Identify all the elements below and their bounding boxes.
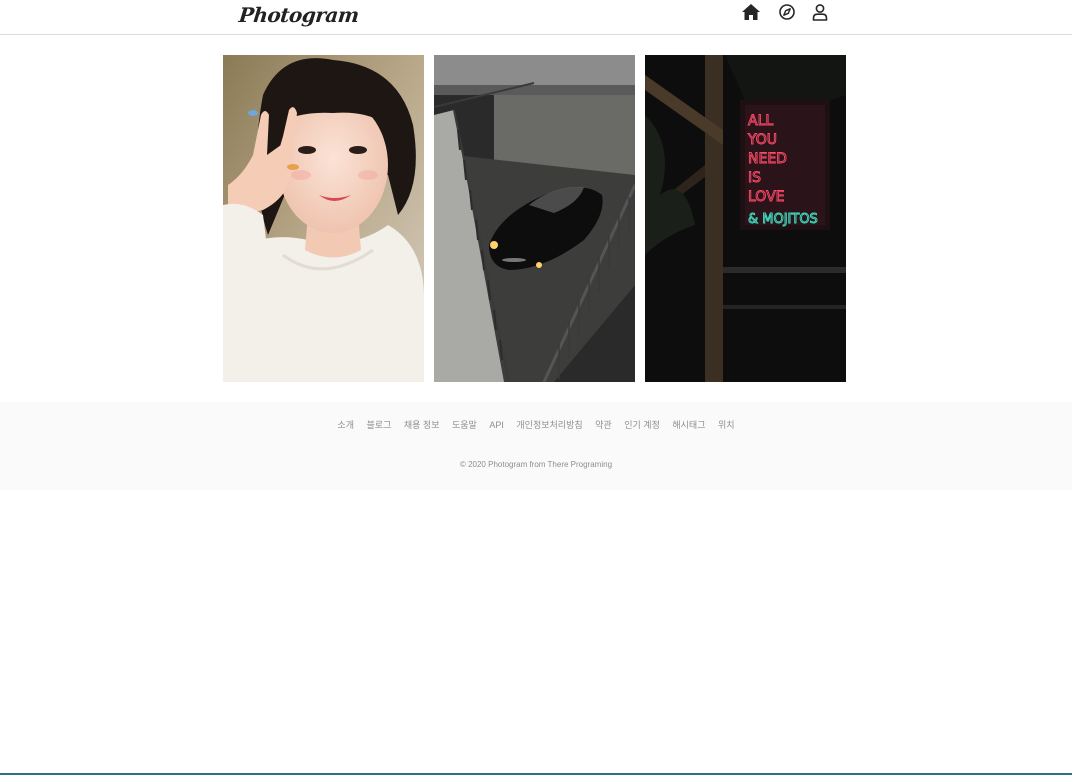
- photo-neon-sign[interactable]: ALL YOU NEED IS LOVE & MOJITOS: [645, 55, 846, 382]
- footer-link-locations[interactable]: 위치: [718, 418, 735, 431]
- selfie-image: [223, 55, 424, 382]
- footer-link-about[interactable]: 소개: [337, 418, 354, 431]
- user-icon: [812, 4, 828, 21]
- neon-line-2: YOU: [747, 132, 777, 148]
- photo-selfie[interactable]: [223, 55, 424, 382]
- home-icon: [742, 4, 760, 20]
- compass-icon: [779, 4, 795, 20]
- neon-line-4: IS: [748, 170, 761, 186]
- copyright-text: © 2020 Photogram from There Programing: [459, 460, 613, 469]
- car-garage-image: [434, 55, 635, 382]
- footer-link-blog[interactable]: 블로그: [367, 418, 392, 431]
- explore-button[interactable]: [776, 2, 798, 22]
- neon-sign-image: ALL YOU NEED IS LOVE & MOJITOS: [645, 55, 846, 382]
- neon-line-6: & MOJITOS: [748, 212, 818, 227]
- footer: 소개 블로그 채용 정보 도움말 API 개인정보처리방침 약관 인기 계정 해…: [0, 402, 1072, 490]
- brand-logo[interactable]: Photogram: [238, 3, 360, 27]
- page: Photogram ALL YOU NEED IS LOVE & MOJITOS…: [0, 0, 1072, 775]
- footer-link-api[interactable]: API: [489, 420, 504, 430]
- footer-link-jobs[interactable]: 채용 정보: [404, 418, 440, 431]
- footer-link-privacy[interactable]: 개인정보처리방침: [516, 418, 582, 431]
- profile-button[interactable]: [809, 2, 831, 22]
- neon-line-1: ALL: [748, 113, 773, 129]
- neon-line-3: NEED: [748, 151, 787, 167]
- home-button[interactable]: [740, 2, 762, 22]
- footer-link-top-accounts[interactable]: 인기 계정: [624, 418, 660, 431]
- footer-link-help[interactable]: 도움말: [452, 418, 477, 431]
- photo-grid: ALL YOU NEED IS LOVE & MOJITOS: [223, 55, 846, 382]
- footer-link-hashtags[interactable]: 해시태그: [672, 418, 705, 431]
- neon-line-5: LOVE: [748, 189, 785, 205]
- photo-car-garage[interactable]: [434, 55, 635, 382]
- footer-link-terms[interactable]: 약관: [595, 418, 612, 431]
- top-navbar: Photogram: [0, 0, 1072, 35]
- footer-links: 소개 블로그 채용 정보 도움말 API 개인정보처리방침 약관 인기 계정 해…: [0, 418, 1072, 431]
